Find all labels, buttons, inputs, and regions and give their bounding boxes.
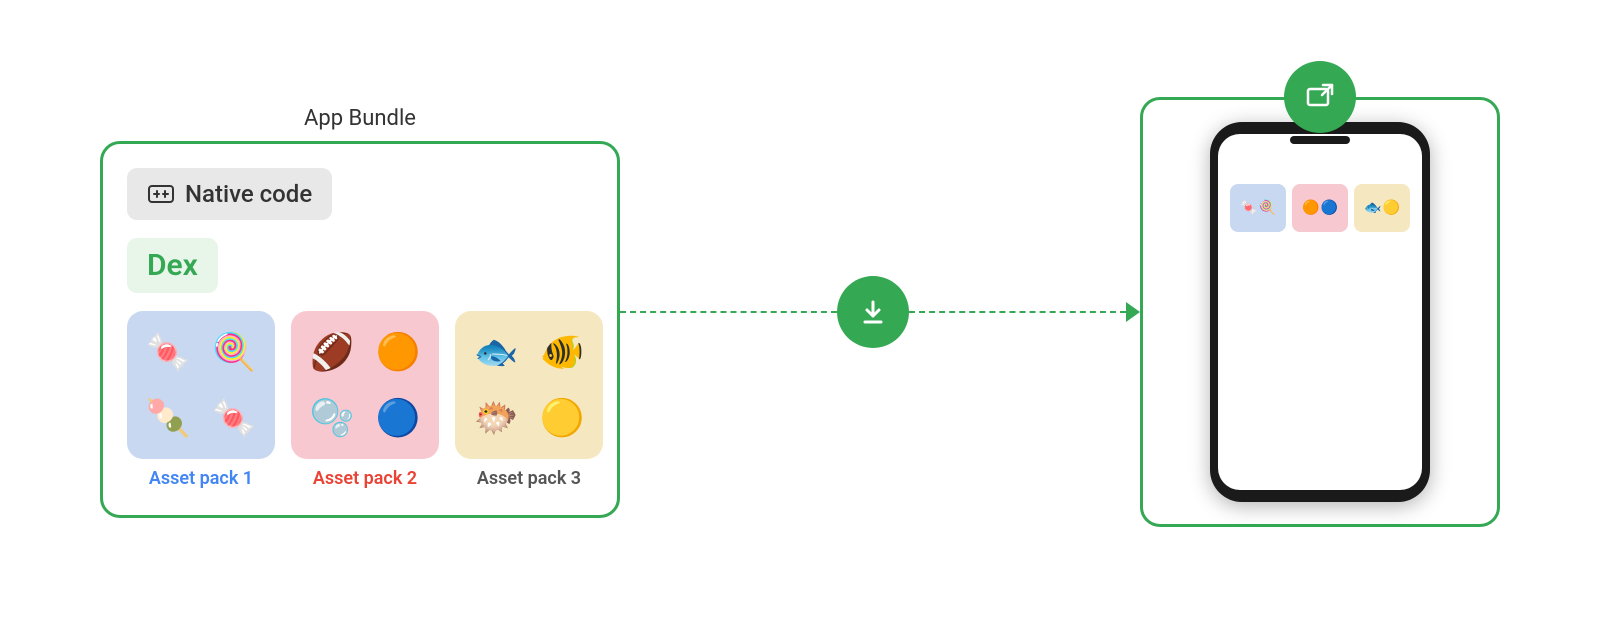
phone-emoji-1: 🍬 xyxy=(1240,200,1257,216)
asset-pack-2-image: 🏈 🟠 🫧 🔵 xyxy=(291,311,439,459)
dex-text: Dex xyxy=(147,248,198,283)
native-code-icon xyxy=(147,180,175,208)
dotted-line-right xyxy=(909,311,1126,313)
external-link-circle xyxy=(1284,61,1356,133)
phone-device: 🍬 🍭 🟠 🔵 🐟 xyxy=(1210,122,1430,502)
emoji-ball1: 🏈 xyxy=(310,334,355,370)
dex-pill: Dex xyxy=(127,238,218,293)
phone-emoji-6: 🟡 xyxy=(1383,200,1400,216)
phone-emoji-5: 🐟 xyxy=(1364,200,1381,216)
app-bundle-label: App Bundle xyxy=(304,106,416,131)
asset-pack-1: 🍬 🍭 🍡 🍬 Asset pack 1 xyxy=(127,311,275,490)
download-circle xyxy=(837,276,909,348)
asset-pack-3-label: Asset pack 3 xyxy=(477,467,581,490)
phone-section-wrapper: 🍬 🍭 🟠 🔵 🐟 xyxy=(1140,97,1500,527)
phone-mini-pack-1: 🍬 🍭 xyxy=(1230,184,1286,232)
phone-emoji-3: 🟠 xyxy=(1302,200,1319,216)
dotted-line-left xyxy=(620,311,837,313)
phone-asset-packs-display: 🍬 🍭 🟠 🔵 🐟 xyxy=(1230,184,1410,232)
native-code-text: Native code xyxy=(185,180,312,208)
asset-pack-2-label: Asset pack 2 xyxy=(313,467,417,490)
asset-pack-3-image: 🐟 🐠 🐡 🟡 xyxy=(455,311,603,459)
emoji-fish1: 🐟 xyxy=(474,334,519,370)
diagram: App Bundle Native code Dex xyxy=(100,97,1500,527)
asset-pack-1-image: 🍬 🍭 🍡 🍬 xyxy=(127,311,275,459)
connector xyxy=(620,272,1140,352)
phone-mini-pack-3: 🐟 🟡 xyxy=(1354,184,1410,232)
app-bundle-box: Native code Dex 🍬 🍭 🍡 🍬 xyxy=(100,141,620,517)
emoji-fish4: 🟡 xyxy=(540,400,585,436)
emoji-fish3: 🐡 xyxy=(474,400,519,436)
phone-outer-box: 🍬 🍭 🟠 🔵 🐟 xyxy=(1140,97,1500,527)
app-bundle-wrapper: App Bundle Native code Dex xyxy=(100,106,620,517)
emoji-candy3: 🍡 xyxy=(146,400,191,436)
emoji-candy2: 🍭 xyxy=(212,334,257,370)
arrow-head xyxy=(1126,302,1140,322)
asset-pack-2: 🏈 🟠 🫧 🔵 Asset pack 2 xyxy=(291,311,439,490)
emoji-candy1: 🍬 xyxy=(146,334,191,370)
emoji-fish2: 🐠 xyxy=(540,334,585,370)
phone-emoji-4: 🔵 xyxy=(1321,200,1338,216)
phone-screen: 🍬 🍭 🟠 🔵 🐟 xyxy=(1218,134,1422,490)
phone-notch xyxy=(1290,136,1350,144)
emoji-ball4: 🔵 xyxy=(376,400,421,436)
asset-pack-3: 🐟 🐠 🐡 🟡 Asset pack 3 xyxy=(455,311,603,490)
emoji-ball3: 🫧 xyxy=(310,400,355,436)
phone-emoji-2: 🍭 xyxy=(1259,200,1276,216)
native-code-pill: Native code xyxy=(127,168,332,220)
phone-mini-pack-2: 🟠 🔵 xyxy=(1292,184,1348,232)
asset-packs-row: 🍬 🍭 🍡 🍬 Asset pack 1 🏈 🟠 xyxy=(127,311,593,490)
emoji-ball2: 🟠 xyxy=(376,334,421,370)
asset-pack-1-label: Asset pack 1 xyxy=(149,467,253,490)
emoji-candy4: 🍬 xyxy=(212,400,257,436)
